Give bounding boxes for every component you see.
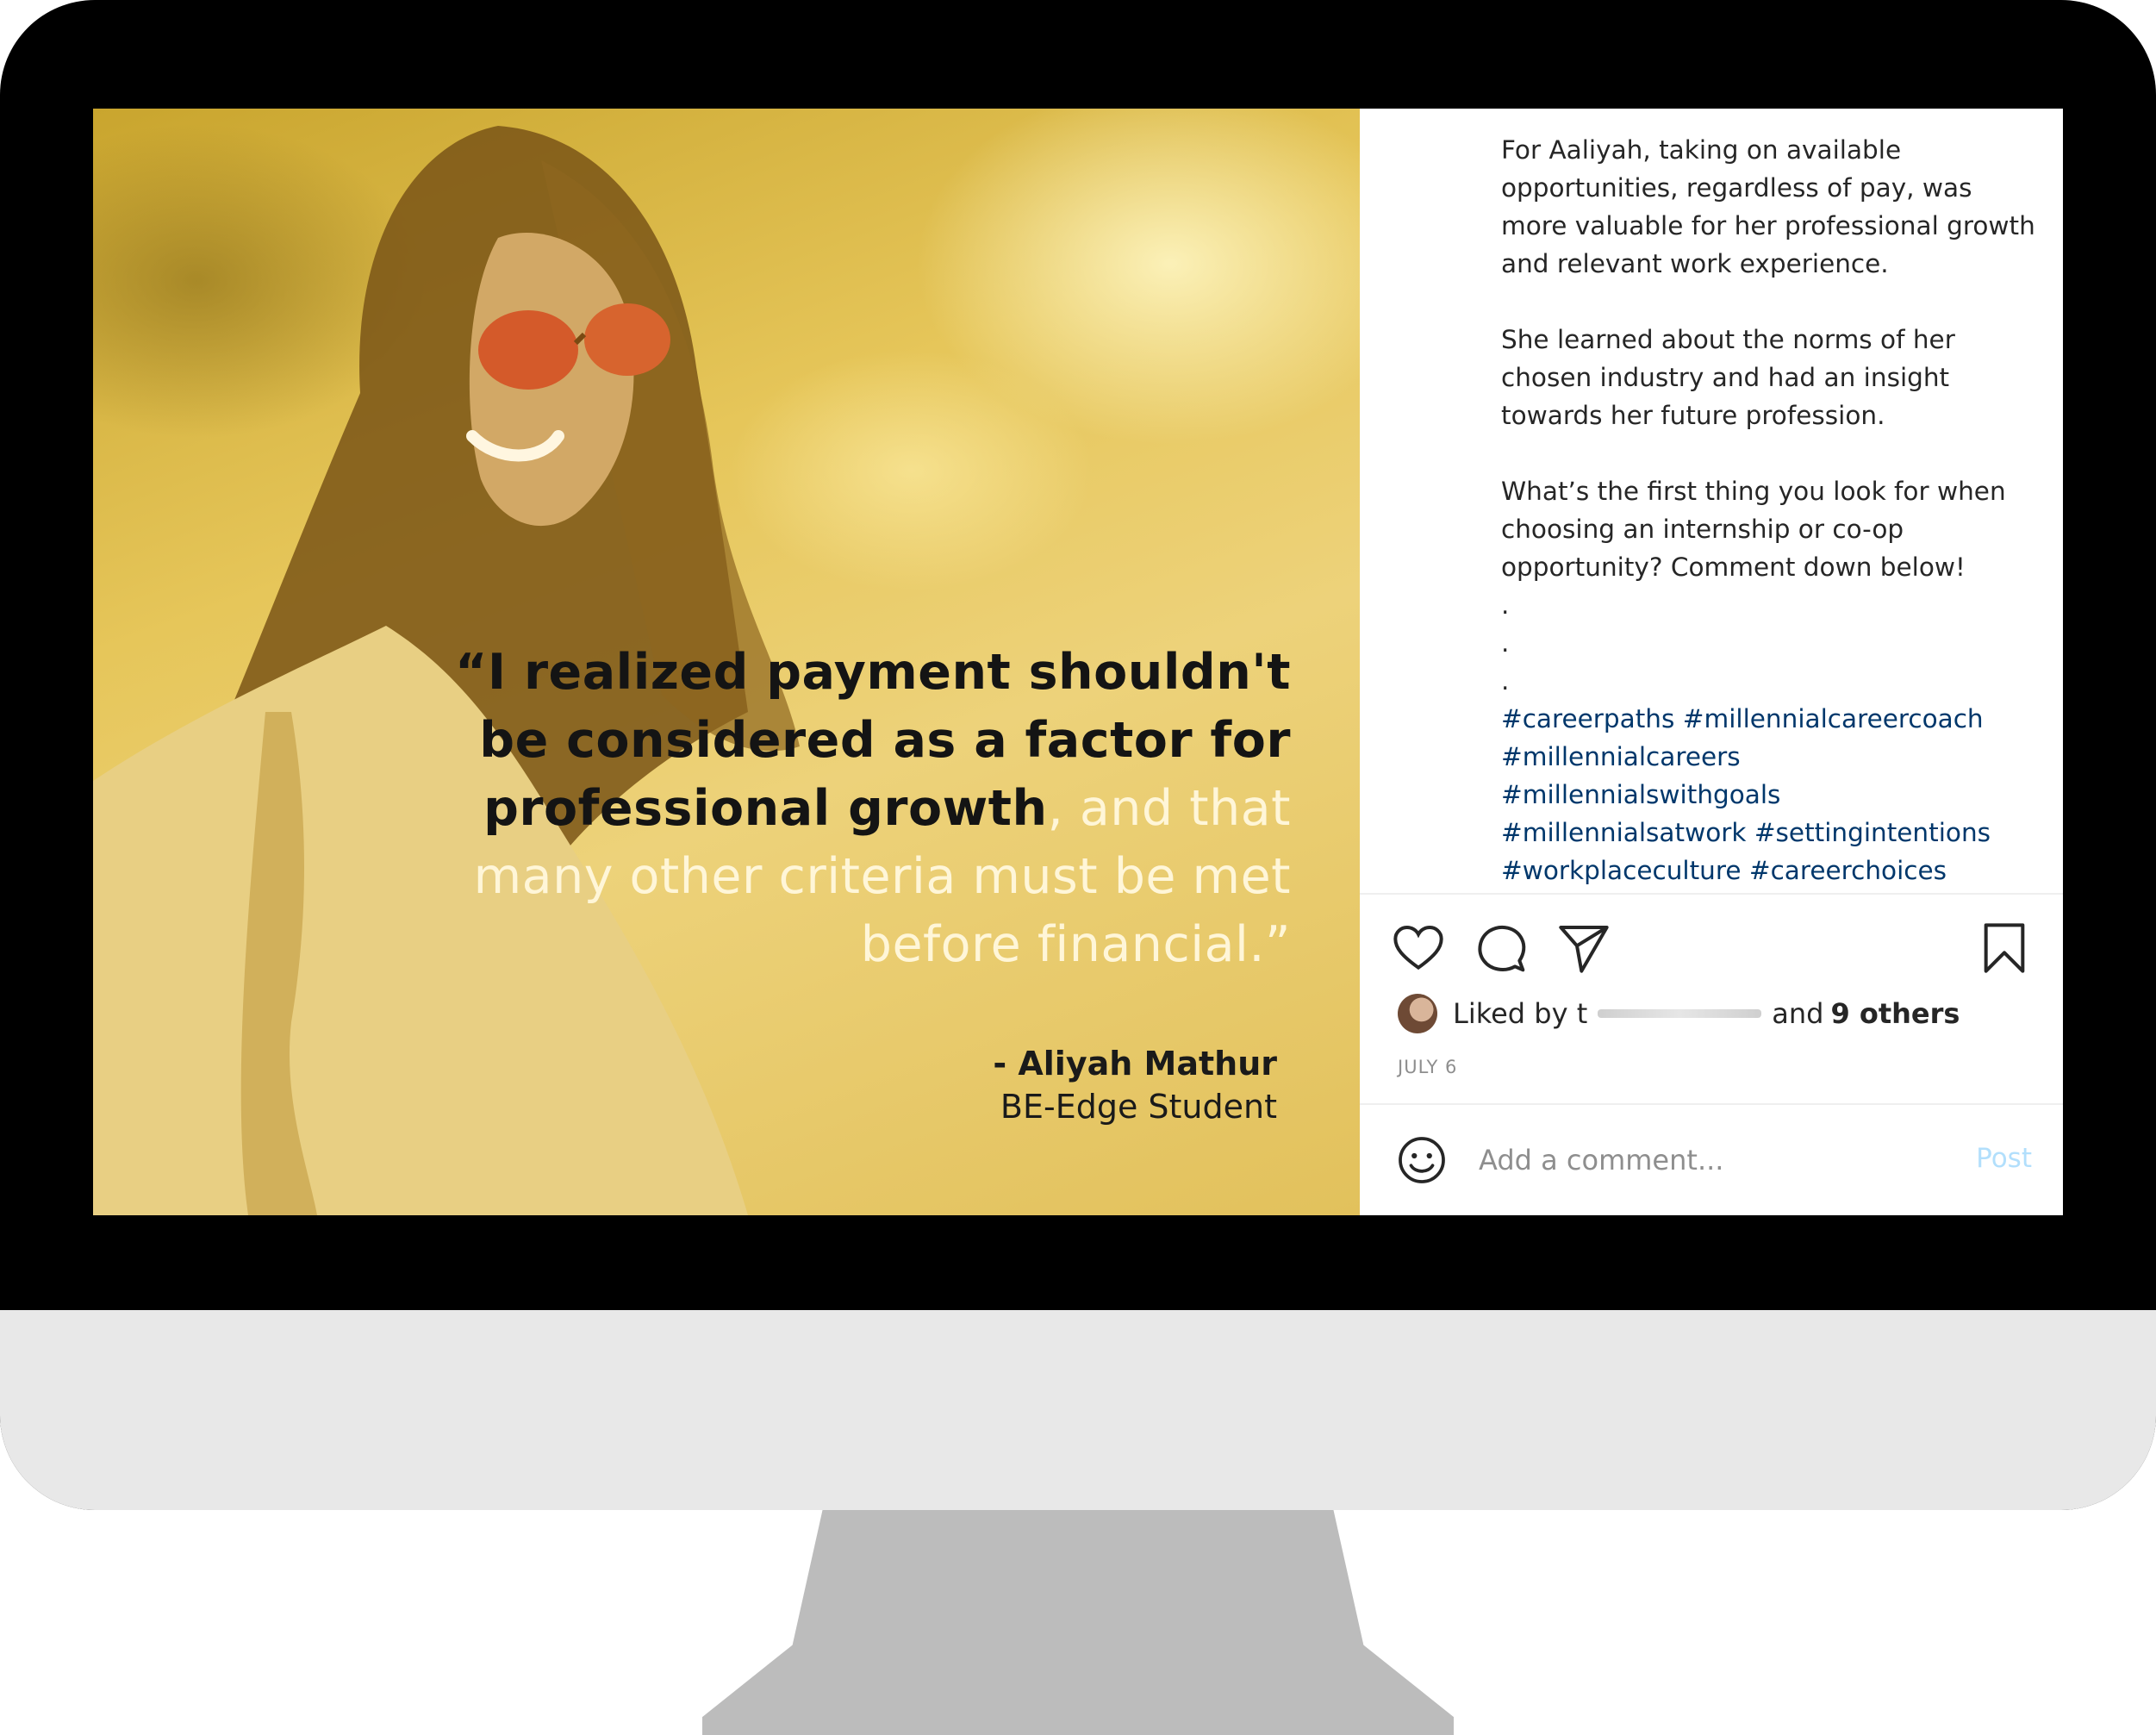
post-sidebar: For Aaliyah, taking on available opportu… (1360, 109, 2063, 1215)
liked-by-text: Liked by t (1453, 997, 1588, 1030)
caption-dot: . (1501, 628, 1510, 658)
hashtag-link[interactable]: #workplaceculture #careerchoices (1501, 852, 2035, 889)
monitor-stand (702, 1510, 1454, 1735)
hashtag-link[interactable]: #millennialswithgoals (1501, 776, 2035, 814)
monitor-chin (0, 1310, 2156, 1510)
caption-dot: . (1501, 590, 1510, 620)
hashtag-link[interactable]: #careerpaths #millennialcareercoach (1501, 700, 2035, 738)
likes-others-link[interactable]: 9 others (1830, 997, 1960, 1030)
caption-paragraph: What’s the first thing you look for when… (1501, 477, 2006, 582)
comment-box: Post (1360, 1105, 2063, 1215)
blurred-username (1598, 1009, 1762, 1018)
likes-row: Liked by t and 9 others (1398, 991, 1960, 1036)
heart-icon[interactable] (1391, 921, 1446, 976)
post-caption: For Aaliyah, taking on available opportu… (1501, 131, 2035, 889)
hashtag-link[interactable]: #millennialcareers (1501, 738, 2035, 776)
paper-plane-icon[interactable] (1556, 921, 1611, 976)
smiley-icon[interactable] (1396, 1134, 1448, 1186)
hashtag-link[interactable]: #millennialsatwork #settingintentions (1501, 814, 2035, 852)
caption-paragraph: For Aaliyah, taking on available opportu… (1501, 135, 2035, 278)
quote-author: - Aliyah Mathur BE-Edge Student (993, 1042, 1277, 1128)
comment-input[interactable] (1477, 1138, 1911, 1183)
liked-by-and: and (1772, 997, 1824, 1030)
divider (1360, 893, 2063, 895)
author-name: - Aliyah Mathur (993, 1045, 1277, 1083)
post-image[interactable]: “I realized payment shouldn't be conside… (93, 109, 1360, 1215)
hashtag-list: #careerpaths #millennialcareercoach #mil… (1501, 700, 2035, 889)
action-bar (1391, 921, 2046, 981)
monitor-frame: “I realized payment shouldn't be conside… (0, 0, 2156, 1510)
caption-dot: . (1501, 666, 1510, 696)
avatar[interactable] (1398, 994, 1437, 1033)
author-title: BE-Edge Student (1000, 1088, 1277, 1126)
post-date[interactable]: JULY 6 (1398, 1057, 1457, 1077)
caption-paragraph: She learned about the norms of her chose… (1501, 325, 1955, 430)
bookmark-icon[interactable] (1977, 921, 2032, 976)
post-button[interactable]: Post (1976, 1143, 2032, 1174)
quote-text: “I realized payment shouldn't be conside… (429, 639, 1291, 979)
instagram-post-screen: “I realized payment shouldn't be conside… (93, 109, 2063, 1215)
comment-icon[interactable] (1474, 921, 1529, 976)
